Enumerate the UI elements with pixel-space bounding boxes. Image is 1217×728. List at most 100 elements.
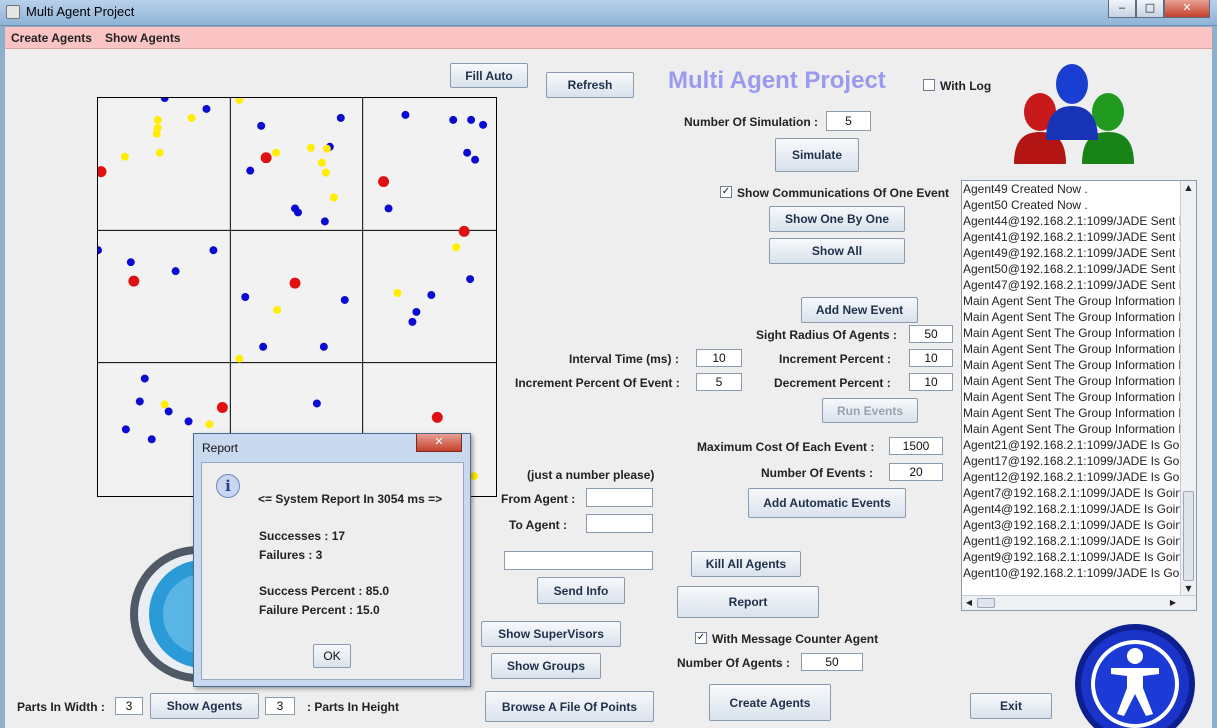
log-horizontal-scrollbar[interactable]: ◀ ▶ xyxy=(962,595,1196,610)
scroll-down-icon[interactable]: ▼ xyxy=(1181,582,1196,596)
blue-agent-dot xyxy=(467,115,476,124)
browse-file-button[interactable]: Browse A File Of Points xyxy=(485,691,654,722)
info-message-field[interactable] xyxy=(504,551,653,570)
show-comm-checkbox[interactable]: ✓ xyxy=(720,186,732,198)
parts-height-field[interactable]: 3 xyxy=(265,697,295,715)
simulate-button[interactable]: Simulate xyxy=(775,138,859,172)
max-cost-field[interactable]: 1500 xyxy=(889,437,943,455)
blue-agent-dot xyxy=(319,342,328,351)
agents-logo-icon xyxy=(1014,64,1134,164)
report-success-percent: Success Percent : 85.0 xyxy=(259,584,390,598)
kill-all-agents-button[interactable]: Kill All Agents xyxy=(691,551,801,577)
add-automatic-events-button[interactable]: Add Automatic Events xyxy=(748,488,906,518)
scroll-up-icon[interactable]: ▲ xyxy=(1181,181,1196,195)
scroll-right-icon[interactable]: ▶ xyxy=(1166,596,1180,610)
vertical-scroll-thumb[interactable] xyxy=(1183,491,1194,581)
menu-bar xyxy=(5,27,1212,49)
log-line: Agent49@192.168.2.1:1099/JADE Sent I xyxy=(963,246,1181,260)
app-icon xyxy=(6,5,20,19)
show-agents-button[interactable]: Show Agents xyxy=(150,693,259,719)
scroll-left-icon[interactable]: ◀ xyxy=(962,596,976,610)
increment-event-field[interactable]: 5 xyxy=(696,373,742,391)
increment-event-label: Increment Percent Of Event : xyxy=(515,376,680,390)
red-agent-dot xyxy=(128,275,140,287)
yellow-agent-dot xyxy=(329,193,338,202)
yellow-agent-dot xyxy=(452,243,461,252)
report-button[interactable]: Report xyxy=(677,586,819,618)
maximize-button[interactable]: □ xyxy=(1136,0,1164,18)
message-counter-checkbox[interactable]: ✓ xyxy=(695,632,707,644)
with-log-checkbox[interactable] xyxy=(923,79,935,91)
show-groups-button[interactable]: Show Groups xyxy=(491,653,601,679)
report-ok-button[interactable]: OK xyxy=(313,644,351,668)
yellow-agent-dot xyxy=(317,158,326,167)
show-supervisors-button[interactable]: Show SuperVisors xyxy=(481,621,621,647)
menu-show-agents[interactable]: Show Agents xyxy=(105,31,181,45)
log-line: Agent3@192.168.2.1:1099/JADE Is Goin xyxy=(963,518,1181,532)
log-line: Agent50@192.168.2.1:1099/JADE Sent I xyxy=(963,262,1181,276)
red-agent-dot xyxy=(431,411,443,423)
minimize-button[interactable]: ‒ xyxy=(1108,0,1136,18)
close-button[interactable]: ✕ xyxy=(1164,0,1210,18)
blue-agent-dot xyxy=(209,246,218,255)
decrement-percent-field[interactable]: 10 xyxy=(909,373,953,391)
yellow-agent-dot xyxy=(187,113,196,122)
report-successes: Successes : 17 xyxy=(259,529,346,543)
add-new-event-button[interactable]: Add New Event xyxy=(801,297,918,323)
send-info-button[interactable]: Send Info xyxy=(537,577,625,604)
blue-agent-dot xyxy=(171,267,180,276)
blue-agent-dot xyxy=(202,104,211,113)
globe-icon xyxy=(130,546,198,682)
decrement-percent-label: Decrement Percent : xyxy=(774,376,891,390)
parts-width-label: Parts In Width : xyxy=(17,700,105,714)
red-agent-dot xyxy=(289,277,301,289)
blue-agent-dot xyxy=(140,374,149,383)
increment-percent-field[interactable]: 10 xyxy=(909,349,953,367)
window-titlebar xyxy=(0,0,1217,26)
num-agents-field[interactable]: 50 xyxy=(801,653,863,671)
log-line: Agent49 Created Now . xyxy=(963,182,1088,196)
report-header: <= System Report In 3054 ms => xyxy=(258,492,443,506)
yellow-agent-dot xyxy=(160,400,169,409)
log-line: Agent41@192.168.2.1:1099/JADE Sent I xyxy=(963,230,1181,244)
yellow-agent-dot xyxy=(205,420,214,429)
number-hint: (just a number please) xyxy=(527,468,655,482)
log-line: Main Agent Sent The Group Information I xyxy=(963,294,1181,308)
num-simulation-field[interactable]: 5 xyxy=(826,111,871,131)
horizontal-scroll-thumb[interactable] xyxy=(977,598,995,608)
exit-button[interactable]: Exit xyxy=(970,693,1052,719)
refresh-button[interactable]: Refresh xyxy=(546,72,634,98)
parts-width-field[interactable]: 3 xyxy=(115,697,143,715)
show-all-button[interactable]: Show All xyxy=(769,238,905,264)
blue-agent-dot xyxy=(463,148,472,157)
num-events-field[interactable]: 20 xyxy=(889,463,943,481)
log-line: Agent4@192.168.2.1:1099/JADE Is Goin xyxy=(963,502,1181,516)
from-agent-field[interactable] xyxy=(586,488,653,507)
yellow-agent-dot xyxy=(321,168,330,177)
show-comm-label: Show Communications Of One Event xyxy=(737,186,950,200)
run-events-button[interactable]: Run Events xyxy=(822,398,918,423)
to-agent-field[interactable] xyxy=(586,514,653,533)
report-failure-percent: Failure Percent : 15.0 xyxy=(259,603,380,617)
message-counter-label: With Message Counter Agent xyxy=(712,632,879,646)
sight-radius-field[interactable]: 50 xyxy=(909,325,953,343)
yellow-agent-dot xyxy=(235,98,244,104)
log-line: Agent7@192.168.2.1:1099/JADE Is Goin xyxy=(963,486,1181,500)
red-agent-dot xyxy=(378,176,390,188)
yellow-agent-dot xyxy=(322,144,331,153)
blue-agent-dot xyxy=(294,208,302,217)
blue-agent-dot xyxy=(164,407,173,416)
blue-agent-dot xyxy=(449,115,458,124)
yellow-agent-dot xyxy=(235,354,244,363)
interval-time-field[interactable]: 10 xyxy=(696,349,742,367)
blue-agent-dot xyxy=(384,204,393,213)
blue-agent-dot xyxy=(479,120,488,129)
show-one-by-one-button[interactable]: Show One By One xyxy=(769,206,905,232)
log-panel[interactable]: Agent49 Created Now . Agent50 Created Now… xyxy=(961,180,1197,611)
log-vertical-scrollbar[interactable]: ▲ ▼ xyxy=(1180,181,1196,596)
menu-create-agents[interactable]: Create Agents xyxy=(11,31,92,45)
report-close-button[interactable]: ✕ xyxy=(416,434,462,452)
fill-auto-button[interactable]: Fill Auto xyxy=(450,63,528,88)
log-line: Main Agent Sent The Group Information I xyxy=(963,390,1181,404)
create-agents-button[interactable]: Create Agents xyxy=(709,684,831,721)
